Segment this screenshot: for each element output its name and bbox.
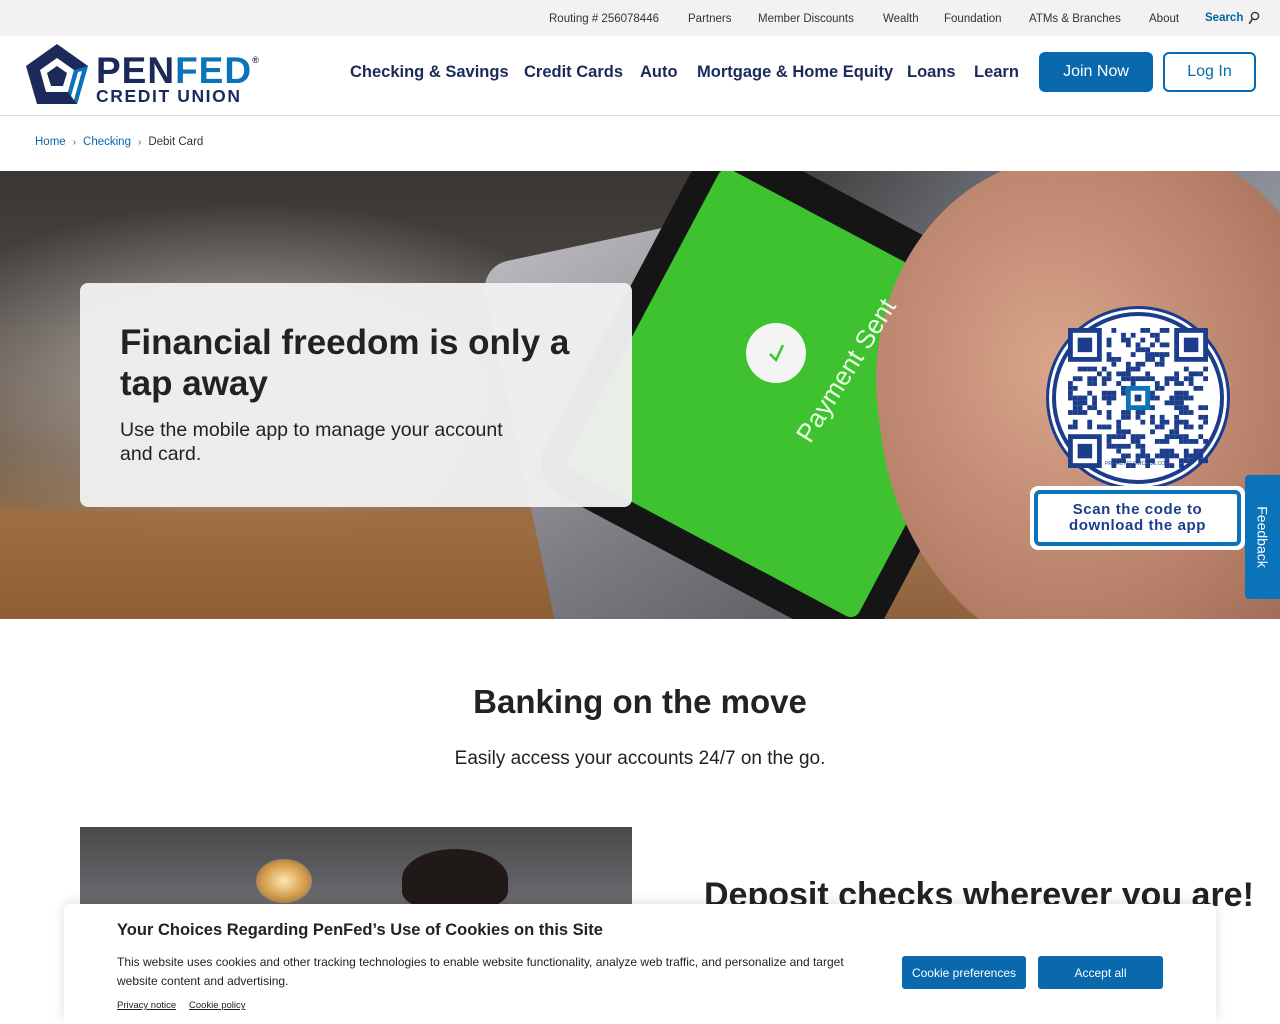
qr-label-text: Scan the code to download the app: [1034, 490, 1241, 546]
cookie-preferences-button[interactable]: Cookie preferences: [902, 956, 1026, 989]
privacy-notice-link[interactable]: Privacy notice: [117, 1000, 176, 1011]
utility-link-member-discounts[interactable]: Member Discounts: [758, 13, 854, 25]
hero-card: Financial freedom is only a tap away Use…: [80, 283, 632, 507]
penfed-logo[interactable]: PENFED® CREDIT UNION: [24, 42, 274, 110]
checkmark-icon: [746, 323, 806, 383]
utility-link-partners[interactable]: Partners: [688, 13, 731, 25]
search-button[interactable]: Search: [1205, 11, 1260, 25]
feedback-tab[interactable]: Feedback: [1245, 475, 1280, 599]
join-now-button[interactable]: Join Now: [1039, 52, 1153, 92]
nav-credit-cards[interactable]: Credit Cards: [524, 63, 623, 82]
utility-link-wealth[interactable]: Wealth: [883, 13, 919, 25]
section-title: Banking on the move: [473, 683, 807, 720]
lamp-image: [256, 859, 312, 903]
utility-link-about[interactable]: About: [1149, 13, 1179, 25]
utility-link-foundation[interactable]: Foundation: [944, 13, 1002, 25]
utility-bar: Routing # 256078446 Partners Member Disc…: [0, 0, 1280, 36]
breadcrumb: Home › Checking › Debit Card: [35, 136, 203, 148]
log-in-button[interactable]: Log In: [1163, 52, 1256, 92]
breadcrumb-checking[interactable]: Checking: [83, 136, 131, 148]
person-hair-image: [402, 849, 508, 909]
routing-number: Routing # 256078446: [549, 13, 659, 25]
logo-subtitle: CREDIT UNION: [96, 86, 242, 106]
utility-link-atms-branches[interactable]: ATMs & Branches: [1029, 13, 1121, 25]
cookie-text: This website uses cookies and other trac…: [117, 955, 844, 989]
qr-code[interactable]: [1052, 312, 1224, 484]
breadcrumb-home[interactable]: Home: [35, 136, 66, 148]
cookie-title: Your Choices Regarding PenFed’s Use of C…: [117, 921, 603, 939]
cookie-policy-link[interactable]: Cookie policy: [189, 1000, 246, 1011]
hero-subtitle: Use the mobile app to manage your accoun…: [120, 419, 503, 465]
qr-label: Scan the code to download the app: [1030, 486, 1245, 550]
accept-all-button[interactable]: Accept all: [1038, 956, 1163, 989]
feedback-label: Feedback: [1254, 506, 1271, 568]
logo-wordmark: PENFED®: [96, 50, 260, 91]
section-subtitle: Easily access your accounts 24/7 on the …: [454, 748, 826, 769]
cookie-banner: Your Choices Regarding PenFed’s Use of C…: [64, 904, 1216, 1024]
main-nav: PENFED® CREDIT UNION Checking & Savings …: [0, 36, 1280, 116]
breadcrumb-separator: ›: [137, 136, 142, 148]
nav-mortgage-home-equity[interactable]: Mortgage & Home Equity: [697, 63, 893, 82]
nav-checking-savings[interactable]: Checking & Savings: [350, 63, 509, 82]
breadcrumb-separator: ›: [72, 136, 77, 148]
hero-title: Financial freedom is only a tap away: [120, 323, 570, 403]
qr-code-icon: [1068, 328, 1208, 468]
search-icon: [1248, 11, 1260, 25]
qr-url: PRIVACY.FLOWCODE.COM: [1104, 461, 1170, 467]
breadcrumb-current: Debit Card: [148, 136, 204, 148]
nav-auto[interactable]: Auto: [640, 63, 678, 82]
hero-banner: 4 5 7 8 * 0 X Payment Sent Financial fre…: [0, 171, 1280, 619]
nav-learn[interactable]: Learn: [974, 63, 1019, 82]
pentagon-logo-icon: [26, 44, 88, 104]
search-label: Search: [1205, 12, 1244, 24]
nav-loans[interactable]: Loans: [907, 63, 956, 82]
